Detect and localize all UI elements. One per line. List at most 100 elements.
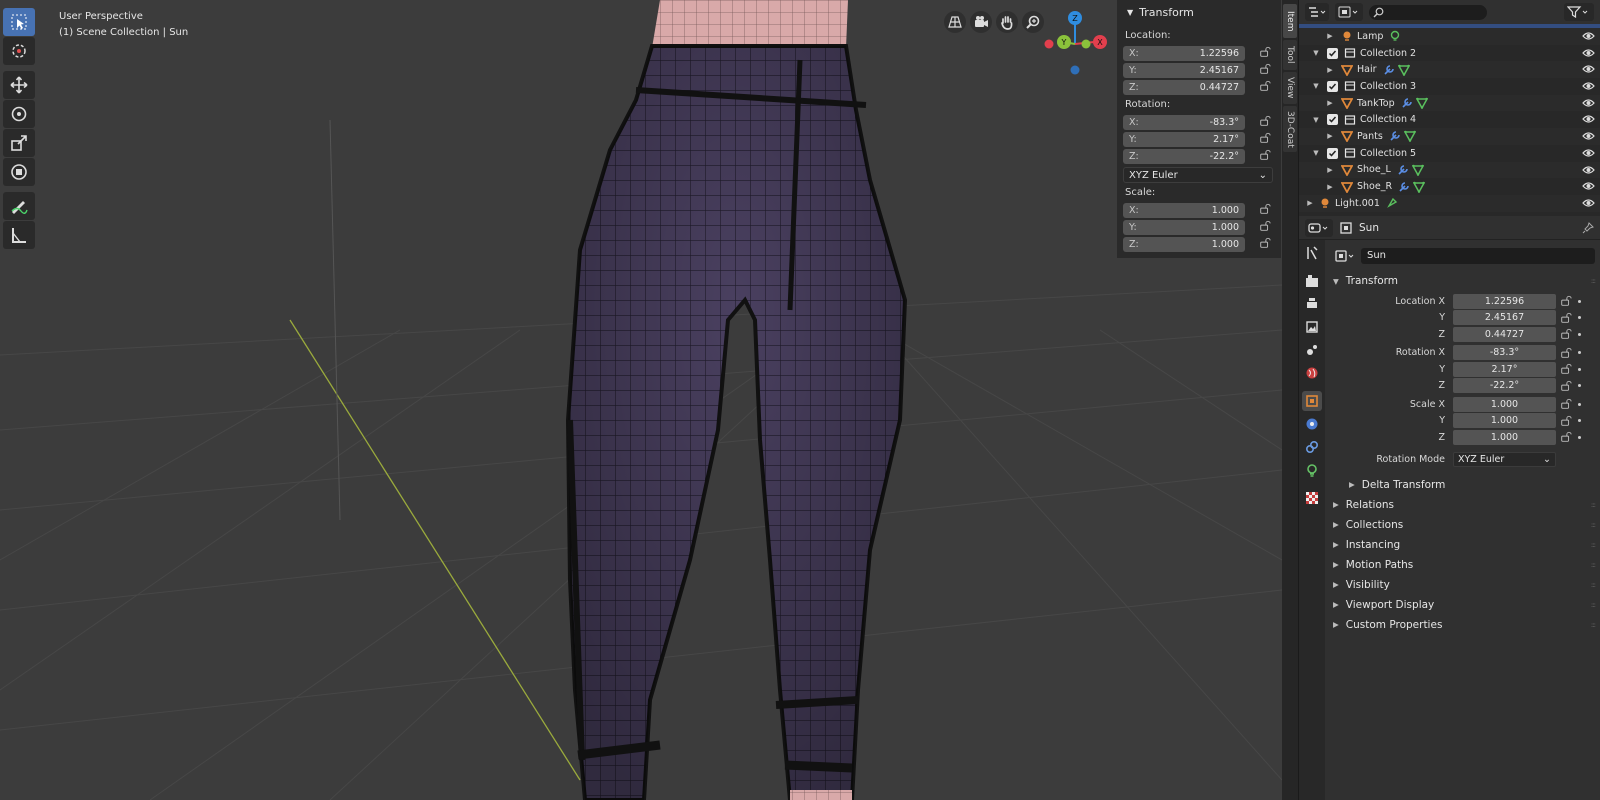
neg-z-axis-handle[interactable]: [1070, 65, 1080, 75]
eye-icon[interactable]: [1582, 147, 1595, 159]
scale-field[interactable]: Z: 1.000: [1123, 236, 1245, 252]
drag-grip-icon[interactable]: :::: [1591, 541, 1596, 549]
eye-icon[interactable]: [1582, 130, 1595, 142]
panel-header[interactable]: ▶ Collections:::: [1327, 515, 1599, 535]
collection-checkbox[interactable]: [1327, 47, 1338, 59]
rotation-mode-dropdown[interactable]: XYZ Euler ⌄: [1123, 167, 1273, 183]
keyframe-dot-icon[interactable]: [1578, 435, 1581, 439]
eye-icon[interactable]: [1582, 113, 1595, 125]
expand-toggle-icon[interactable]: ▼: [1311, 116, 1321, 124]
number-field[interactable]: -22.2°: [1453, 378, 1556, 394]
modifier-wrench-icon[interactable]: [1389, 130, 1401, 142]
eye-icon[interactable]: [1582, 97, 1595, 109]
number-field[interactable]: 1.000: [1453, 413, 1556, 429]
rotation-field[interactable]: X: -83.3°: [1123, 114, 1245, 130]
lock-icon[interactable]: [1259, 220, 1273, 234]
lock-icon[interactable]: [1560, 363, 1572, 375]
keyframe-dot-icon[interactable]: [1578, 419, 1581, 423]
3d-viewport[interactable]: User Perspective (1) Scene Collection | …: [0, 0, 1282, 800]
number-field[interactable]: 1.000: [1453, 429, 1556, 445]
expand-toggle-icon[interactable]: ▶: [1325, 183, 1335, 191]
tab-tool[interactable]: Tool: [1283, 40, 1297, 70]
mesh-data-icon[interactable]: [1415, 97, 1428, 110]
sun-data-icon[interactable]: [1386, 197, 1398, 209]
scale-field[interactable]: X: 1.000: [1123, 202, 1245, 218]
keyframe-dot-icon[interactable]: [1578, 367, 1581, 371]
expand-toggle-icon[interactable]: ▼: [1311, 49, 1321, 57]
drag-grip-icon[interactable]: :::: [1591, 581, 1596, 589]
mesh-data-icon[interactable]: [1403, 130, 1416, 143]
panel-header[interactable]: ▶ Custom Properties:::: [1327, 615, 1599, 635]
tab-item[interactable]: Item: [1283, 4, 1297, 38]
tab-data[interactable]: [1302, 460, 1322, 480]
light-data-icon[interactable]: [1389, 30, 1401, 42]
pin-icon[interactable]: [1582, 221, 1594, 234]
modifier-wrench-icon[interactable]: [1383, 64, 1395, 76]
expand-toggle-icon[interactable]: ▶: [1325, 99, 1335, 107]
collection-checkbox[interactable]: [1327, 114, 1338, 126]
lock-icon[interactable]: [1560, 380, 1572, 392]
lock-icon[interactable]: [1259, 46, 1273, 60]
keyframe-dot-icon[interactable]: [1578, 332, 1581, 336]
drag-grip-icon[interactable]: :::: [1591, 521, 1596, 529]
scale-field[interactable]: Y: 1.000: [1123, 219, 1245, 235]
expand-toggle-icon[interactable]: ▶: [1325, 66, 1335, 74]
panel-header[interactable]: ▶ Motion Paths:::: [1327, 555, 1599, 575]
lock-icon[interactable]: [1259, 63, 1273, 77]
expand-toggle-icon[interactable]: ▼: [1311, 82, 1321, 90]
outliner-row[interactable]: ▶ Pants: [1299, 128, 1600, 145]
display-mode-button[interactable]: [1335, 3, 1363, 21]
drag-grip-icon[interactable]: :::: [1591, 601, 1596, 609]
cursor-tool[interactable]: [3, 37, 35, 65]
filter-button[interactable]: [1564, 3, 1594, 21]
expand-toggle-icon[interactable]: ▶: [1325, 132, 1335, 140]
editor-type-button[interactable]: [1305, 3, 1329, 21]
rotation-mode-select[interactable]: XYZ Euler ⌄: [1453, 452, 1556, 467]
expand-toggle-icon[interactable]: ▶: [1325, 32, 1335, 40]
move-tool[interactable]: [3, 71, 35, 99]
annotate-tool[interactable]: [3, 192, 35, 220]
panel-header[interactable]: ▶ Relations:::: [1327, 495, 1599, 515]
lock-icon[interactable]: [1259, 115, 1273, 129]
transform-panel-header[interactable]: ▼ Transform: [1123, 4, 1275, 20]
rotation-field[interactable]: Z: -22.2°: [1123, 148, 1245, 164]
number-field[interactable]: 1.000: [1453, 396, 1556, 412]
eye-icon[interactable]: [1582, 63, 1595, 75]
toggle-view-button[interactable]: [944, 11, 966, 33]
keyframe-dot-icon[interactable]: [1578, 299, 1581, 303]
panel-header[interactable]: ▶ Visibility:::: [1327, 575, 1599, 595]
number-field[interactable]: 1.22596: [1453, 293, 1556, 309]
tab-texture[interactable]: [1302, 488, 1322, 508]
object-type-icon[interactable]: [1335, 249, 1357, 263]
rotate-tool[interactable]: [3, 100, 35, 128]
tab-object[interactable]: [1302, 391, 1322, 411]
eye-icon[interactable]: [1582, 47, 1595, 59]
navigation-gizmo[interactable]: Z X Y: [1040, 8, 1110, 78]
keyframe-dot-icon[interactable]: [1578, 384, 1581, 388]
tab-scene[interactable]: [1302, 340, 1322, 360]
outliner-row[interactable]: ▼ Collection 3: [1299, 78, 1600, 95]
modifier-wrench-icon[interactable]: [1401, 97, 1413, 109]
drag-grip-icon[interactable]: :::: [1591, 501, 1596, 509]
lock-icon[interactable]: [1259, 132, 1273, 146]
scale-tool[interactable]: [3, 129, 35, 157]
outliner-row[interactable]: ▶ Shoe_L: [1299, 161, 1600, 179]
modifier-wrench-icon[interactable]: [1397, 164, 1409, 176]
expand-toggle-icon[interactable]: ▼: [1311, 149, 1321, 157]
tab-physics[interactable]: [1302, 414, 1322, 434]
keyframe-dot-icon[interactable]: [1578, 316, 1581, 320]
lock-icon[interactable]: [1560, 295, 1572, 307]
lock-icon[interactable]: [1560, 431, 1572, 443]
lock-icon[interactable]: [1560, 312, 1572, 324]
neg-y-axis-handle[interactable]: [1081, 39, 1091, 49]
lock-icon[interactable]: [1259, 237, 1273, 251]
mesh-data-icon[interactable]: [1411, 164, 1424, 176]
rotation-field[interactable]: Y: 2.17°: [1123, 131, 1245, 147]
transform-section-header[interactable]: ▼ Transform:::: [1327, 271, 1599, 291]
expand-toggle-icon[interactable]: ▶: [1325, 166, 1335, 174]
collection-checkbox[interactable]: [1327, 147, 1338, 159]
outliner-row[interactable]: ▶ Shoe_R: [1299, 178, 1600, 195]
properties-editor-type-button[interactable]: [1305, 218, 1333, 237]
outliner-row[interactable]: ▶ Lamp: [1299, 28, 1600, 45]
outliner-row[interactable]: ▼ Collection 5: [1299, 145, 1600, 162]
